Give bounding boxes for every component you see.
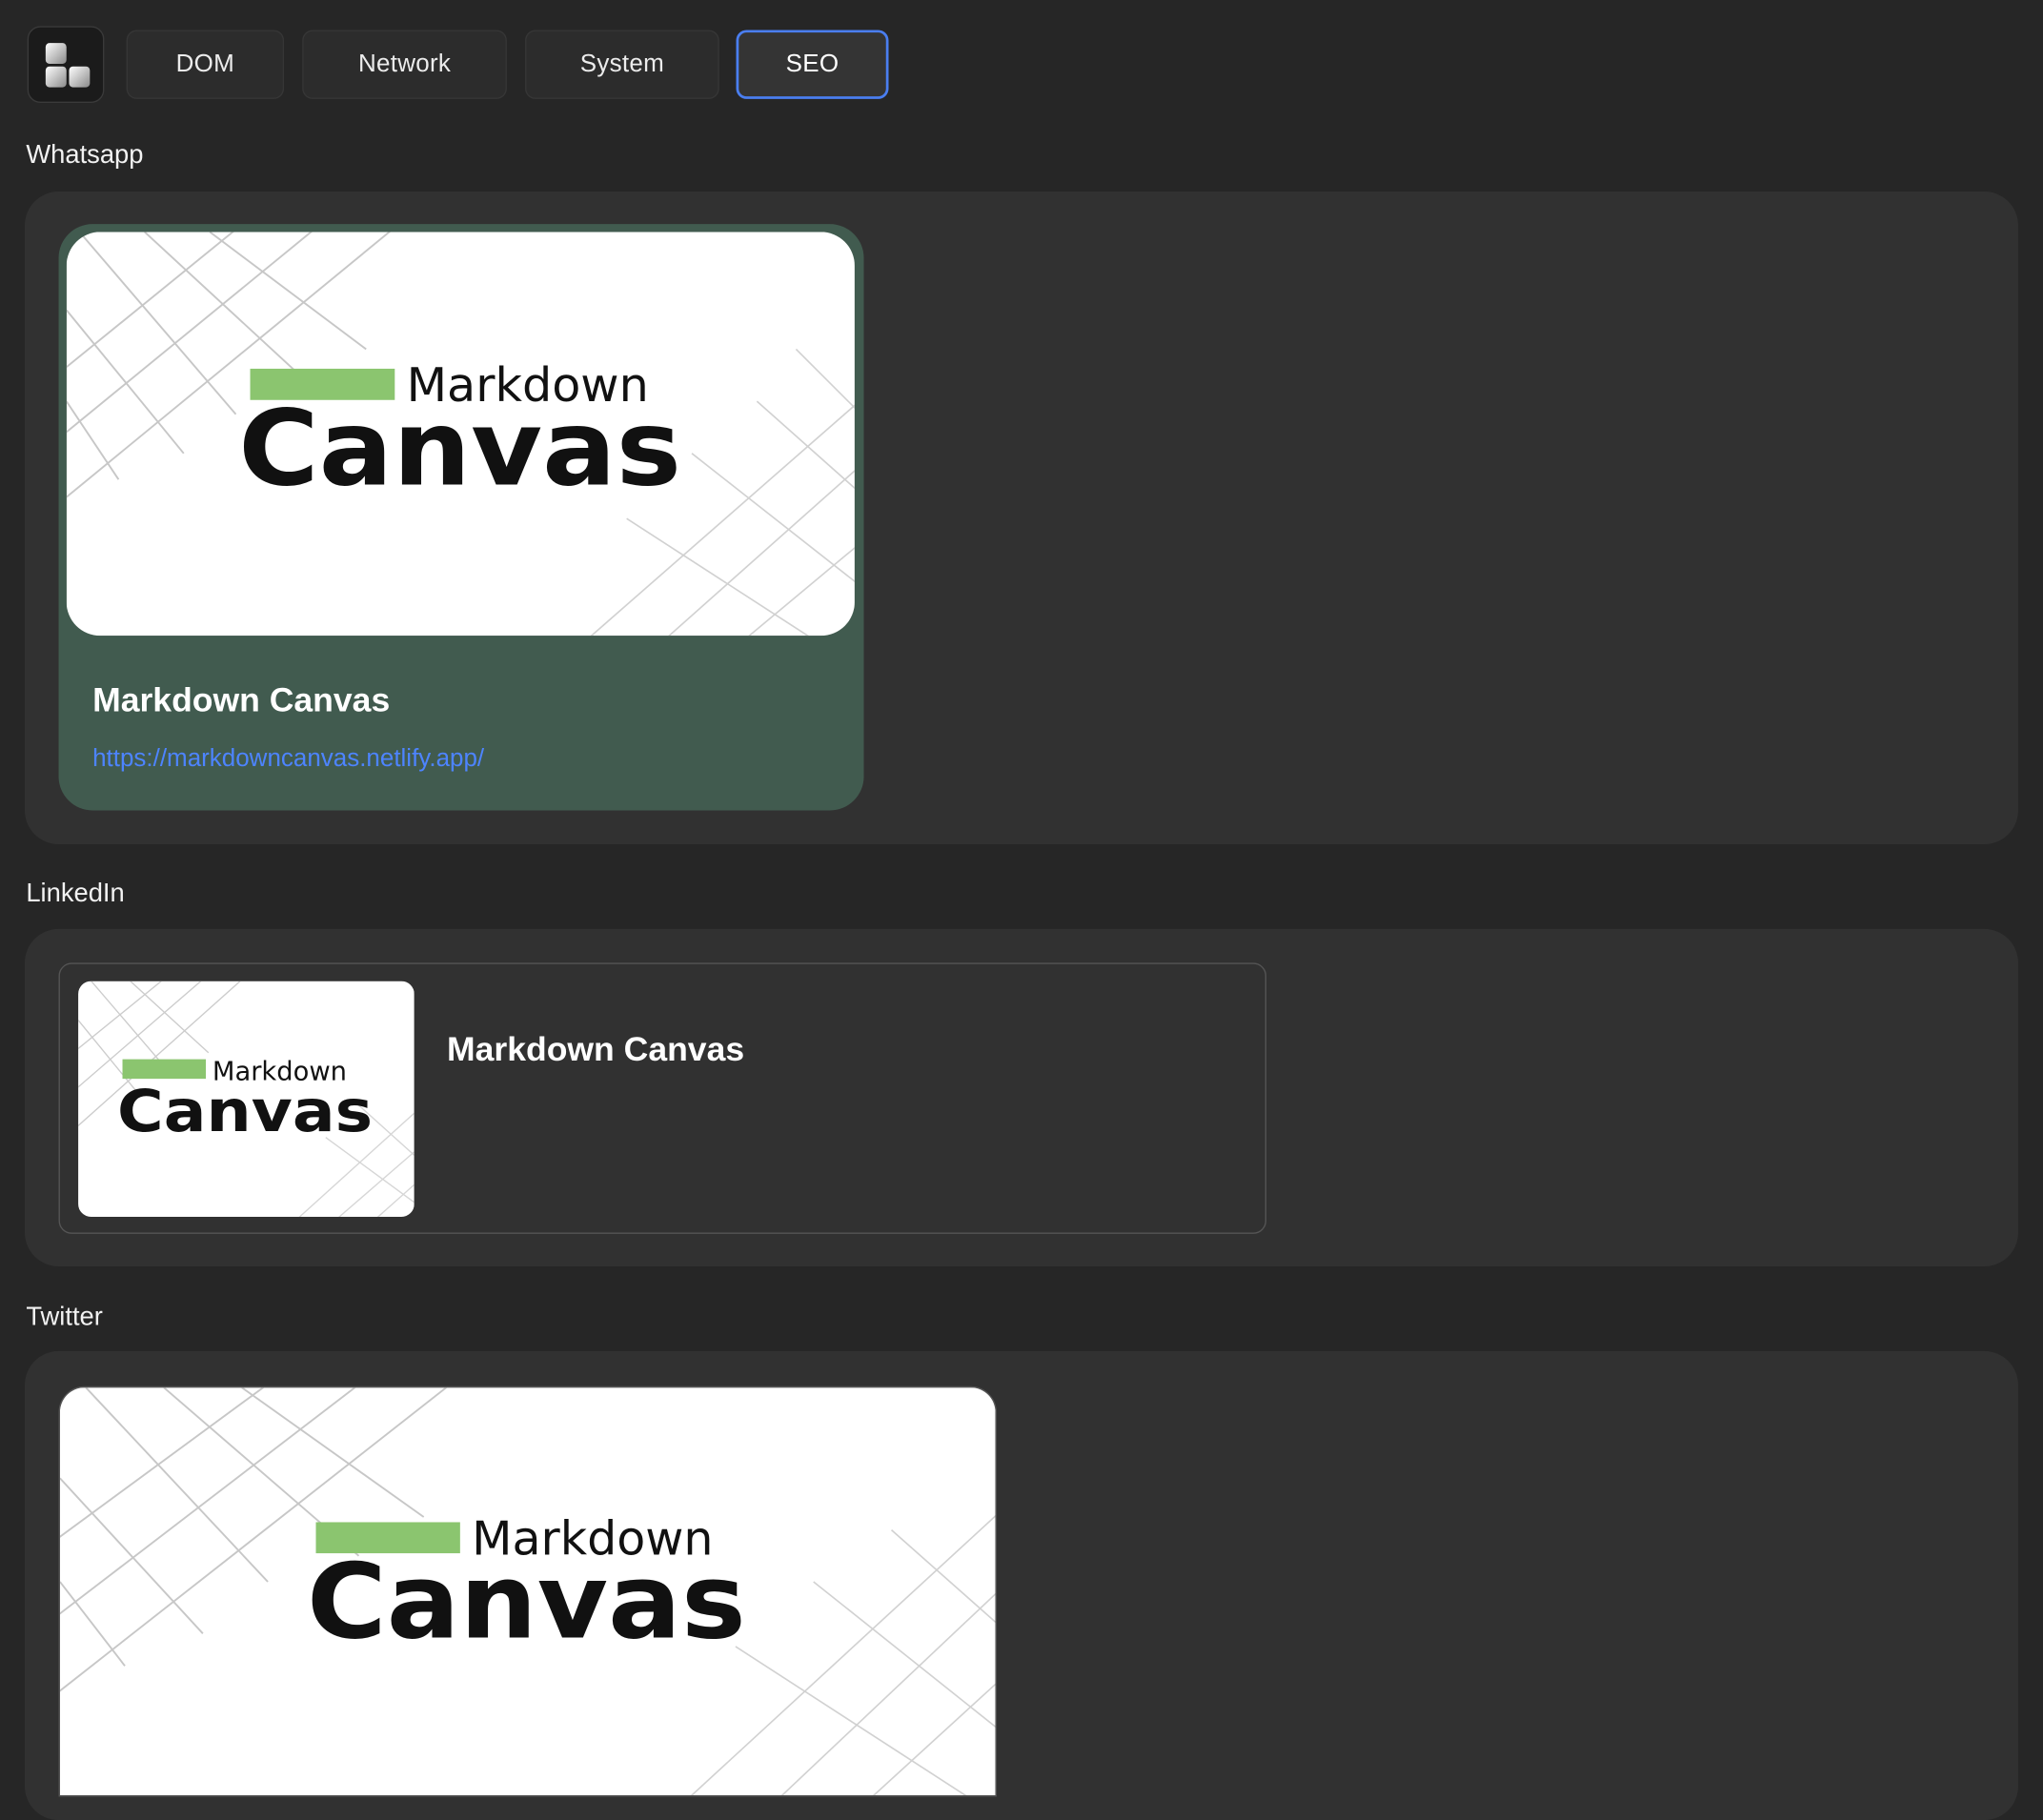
tab-network[interactable]: Network	[302, 30, 507, 99]
og-image-graphic: Markdown Canvas	[66, 232, 855, 637]
tab-system[interactable]: System	[525, 30, 719, 99]
linkedin-preview-card[interactable]: Markdown Canvas Markdown Canvas	[58, 962, 1267, 1234]
og-image-text-bottom: Canvas	[307, 1542, 746, 1663]
og-image-graphic: Markdown Canvas	[78, 981, 415, 1218]
og-image: Markdown Canvas	[78, 981, 415, 1218]
section-title-twitter: Twitter	[26, 1303, 103, 1332]
card-title: Markdown Canvas	[446, 1029, 745, 1069]
og-image-text-bottom: Canvas	[117, 1079, 373, 1145]
og-image: Markdown Canvas	[66, 232, 855, 637]
tab-seo[interactable]: SEO	[736, 30, 889, 99]
tab-dom[interactable]: DOM	[126, 30, 285, 99]
section-title-linkedin: LinkedIn	[26, 879, 125, 909]
card-title: Markdown Canvas	[92, 679, 391, 719]
og-image-text-bottom: Canvas	[238, 388, 681, 510]
section-title-whatsapp: Whatsapp	[26, 140, 144, 170]
whatsapp-preview-card[interactable]: Markdown Canvas Markdown Canvas https://…	[58, 224, 864, 811]
twitter-preview-card-image[interactable]: Markdown Canvas	[58, 1385, 997, 1797]
og-image-graphic: Markdown Canvas	[59, 1387, 996, 1796]
app-logo-button[interactable]	[27, 26, 105, 104]
card-url-link[interactable]: https://markdowncanvas.netlify.app/	[92, 745, 484, 774]
